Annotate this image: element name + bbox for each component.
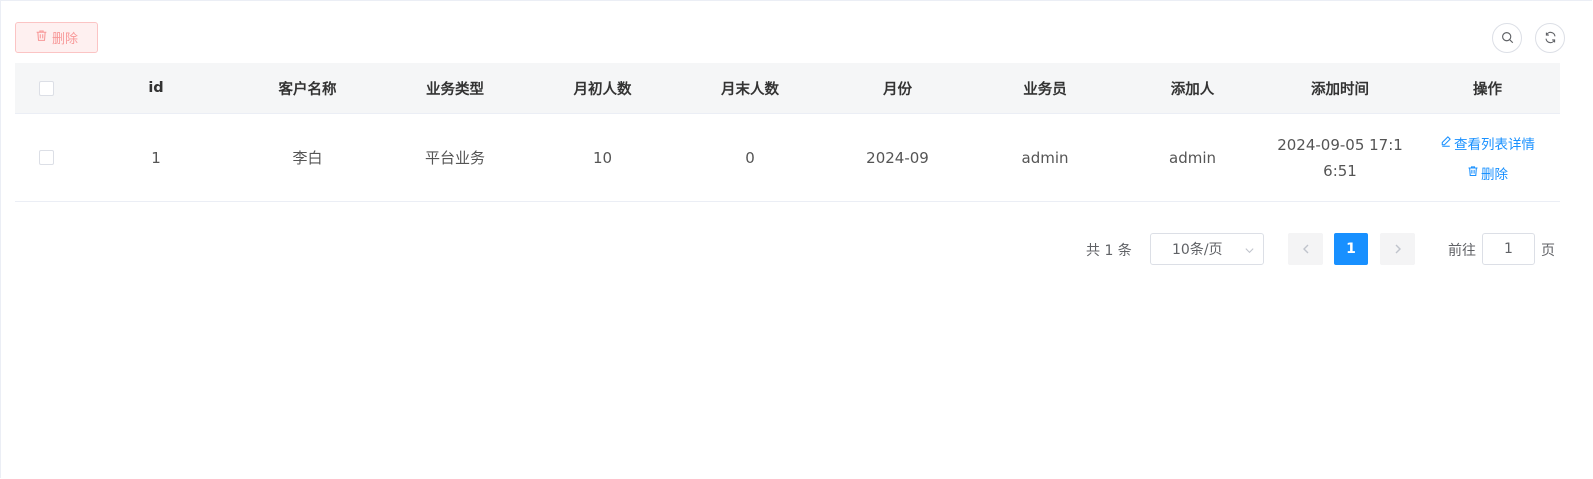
page-size-value: 10条/页 [1172, 242, 1223, 258]
column-header-salesman[interactable]: 业务员 [970, 78, 1120, 99]
chevron-left-icon [1300, 240, 1312, 259]
batch-delete-label: 删除 [51, 32, 78, 47]
cell-customer: 李白 [292, 149, 323, 167]
next-page-button[interactable] [1380, 233, 1415, 265]
select-all-checkbox[interactable] [38, 80, 54, 96]
jumper-suffix: 页 [1541, 243, 1555, 259]
refresh-button[interactable] [1535, 23, 1565, 53]
page-number-current[interactable]: 1 [1334, 233, 1368, 265]
column-header-business-type[interactable]: 业务类型 [380, 78, 530, 99]
cell-added-time: 2024-09-05 17:16:51 [1277, 135, 1403, 180]
chevron-right-icon [1392, 240, 1404, 259]
trash-icon [1467, 165, 1479, 181]
search-icon [1501, 29, 1514, 48]
view-details-label: 查看列表详情 [1454, 136, 1535, 153]
cell-salesman: admin [1021, 148, 1069, 167]
prev-page-button[interactable] [1288, 233, 1323, 265]
column-header-id[interactable]: id [77, 80, 235, 96]
column-header-start-count[interactable]: 月初人数 [530, 78, 675, 99]
edit-icon [1440, 135, 1452, 151]
column-header-added-by[interactable]: 添加人 [1120, 78, 1265, 99]
trash-icon [35, 29, 48, 46]
cell-month: 2024-09 [866, 148, 929, 167]
jumper-prefix: 前往 [1448, 243, 1476, 259]
page-size-select[interactable]: 10条/页 [1150, 233, 1264, 265]
refresh-icon [1544, 29, 1557, 48]
select-all-cell [15, 80, 77, 96]
data-table: id 客户名称 业务类型 月初人数 月末人数 月份 业务员 添加人 添加时间 操… [15, 63, 1560, 202]
pagination-total: 共 1 条 [1086, 243, 1132, 259]
cell-business-type: 平台业务 [424, 149, 485, 167]
cell-end-count: 0 [745, 148, 755, 167]
cell-start-count: 10 [592, 148, 613, 167]
row-delete-link[interactable]: 删除 [1467, 163, 1508, 183]
row-checkbox[interactable] [38, 150, 54, 165]
batch-delete-button[interactable]: 删除 [15, 22, 98, 53]
column-header-added-time[interactable]: 添加时间 [1265, 78, 1415, 99]
search-toggle-button[interactable] [1492, 23, 1522, 53]
column-header-customer[interactable]: 客户名称 [235, 78, 380, 99]
page-jumper-input[interactable] [1482, 233, 1535, 265]
row-select-cell [15, 150, 77, 165]
row-delete-label: 删除 [1481, 166, 1508, 183]
cell-actions: 查看列表详情 删除 [1415, 133, 1560, 183]
column-header-end-count[interactable]: 月末人数 [675, 78, 825, 99]
table-header: id 客户名称 业务类型 月初人数 月末人数 月份 业务员 添加人 添加时间 操… [15, 63, 1560, 114]
column-header-month[interactable]: 月份 [825, 78, 970, 99]
column-header-actions: 操作 [1473, 81, 1502, 98]
view-details-link[interactable]: 查看列表详情 [1440, 133, 1535, 153]
table-row: 1 李白 平台业务 10 0 2024-09 admin admin 2024-… [15, 114, 1560, 202]
cell-id: 1 [151, 148, 161, 167]
cell-added-by: admin [1169, 148, 1216, 167]
